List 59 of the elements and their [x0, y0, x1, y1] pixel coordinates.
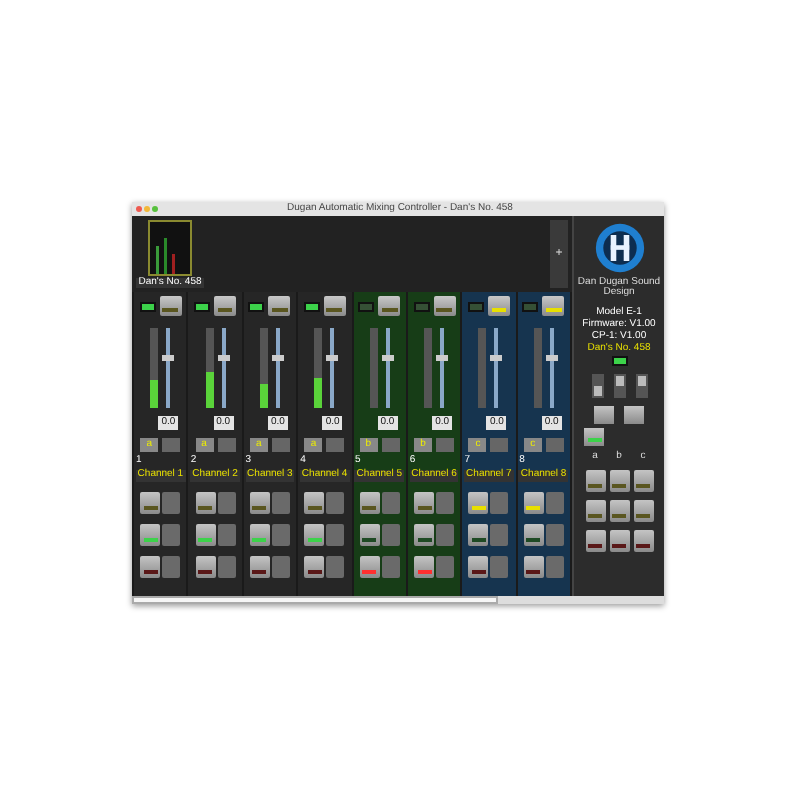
level-meter — [314, 328, 323, 408]
channel-button[interactable] — [523, 523, 544, 545]
level-button[interactable] — [487, 296, 510, 316]
channel-button[interactable] — [140, 555, 161, 577]
level-meter — [259, 328, 268, 408]
channel-button[interactable] — [359, 491, 380, 513]
channel-button[interactable] — [304, 491, 325, 513]
group-button[interactable] — [585, 499, 605, 521]
channel-button[interactable] — [414, 555, 435, 577]
channel-button[interactable] — [195, 555, 216, 577]
level-button[interactable] — [542, 296, 565, 316]
toggle-switch[interactable] — [613, 373, 625, 397]
channel-button[interactable] — [523, 491, 544, 513]
group-button[interactable] — [585, 469, 605, 491]
channel-button[interactable] — [249, 523, 270, 545]
logo-icon — [593, 222, 645, 274]
group-button[interactable] — [609, 499, 629, 521]
scroll-bar[interactable] — [132, 596, 664, 604]
channel-button[interactable] — [249, 491, 270, 513]
level-button[interactable] — [214, 296, 237, 316]
channel-button[interactable] — [249, 555, 270, 577]
channel-button[interactable] — [468, 491, 489, 513]
toggle-switch[interactable] — [591, 373, 603, 397]
channel-button[interactable] — [414, 523, 435, 545]
level-button[interactable] — [433, 296, 456, 316]
group-button[interactable] — [609, 469, 629, 491]
level-button[interactable] — [268, 296, 291, 316]
group-button[interactable] — [633, 469, 653, 491]
channel-button[interactable] — [523, 555, 544, 577]
channel-button[interactable] — [359, 555, 380, 577]
level-button[interactable] — [378, 296, 401, 316]
weight-slider[interactable] — [275, 328, 280, 408]
weight-slider[interactable] — [330, 328, 335, 408]
group-button[interactable] — [633, 499, 653, 521]
group-button[interactable] — [609, 529, 629, 551]
level-button[interactable] — [323, 296, 346, 316]
channel-button[interactable] — [140, 491, 161, 513]
level-meter — [150, 328, 159, 408]
weight-slider[interactable] — [166, 328, 171, 408]
channel-button[interactable] — [359, 523, 380, 545]
group-button[interactable] — [585, 529, 605, 551]
weight-slider[interactable] — [494, 328, 499, 408]
weight-slider[interactable] — [221, 328, 226, 408]
weight-slider[interactable] — [549, 328, 554, 408]
group-button[interactable] — [633, 529, 653, 551]
overview-meter — [148, 220, 192, 275]
weight-slider[interactable] — [440, 328, 445, 408]
level-button[interactable] — [159, 296, 182, 316]
channel-button[interactable] — [140, 523, 161, 545]
weight-slider[interactable] — [385, 328, 390, 408]
channel-button[interactable] — [195, 491, 216, 513]
channel-button[interactable] — [414, 491, 435, 513]
toggle-switch[interactable] — [635, 373, 647, 397]
channel-button[interactable] — [468, 523, 489, 545]
channel-button[interactable] — [468, 555, 489, 577]
channel-button[interactable] — [304, 555, 325, 577]
channel-button[interactable] — [304, 523, 325, 545]
level-meter — [205, 328, 214, 408]
channel-button[interactable] — [195, 523, 216, 545]
